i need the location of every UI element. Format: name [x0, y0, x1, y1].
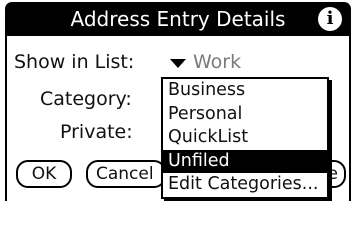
private-label: Private:: [60, 121, 133, 143]
popup-item-edit-categories[interactable]: Edit Categories...: [163, 173, 327, 197]
info-icon[interactable]: i: [318, 7, 342, 31]
dialog-border-left: [5, 34, 7, 201]
popup-item-business[interactable]: Business: [163, 79, 327, 103]
category-label: Category:: [40, 88, 132, 110]
popup-item-unfiled[interactable]: Unfiled: [163, 149, 327, 173]
ok-button[interactable]: OK: [16, 160, 72, 188]
show-in-list-value: Work: [193, 51, 242, 73]
category-popup-list: Business Personal QuickList Unfiled Edit…: [161, 77, 329, 199]
popup-item-personal[interactable]: Personal: [163, 103, 327, 127]
popup-item-quicklist[interactable]: QuickList: [163, 126, 327, 150]
dialog-title: Address Entry Details: [70, 7, 286, 31]
show-in-list-label: Show in List:: [14, 51, 135, 73]
dropdown-arrow-icon: [170, 58, 186, 68]
cancel-button[interactable]: Cancel: [86, 160, 166, 188]
address-entry-details-dialog: Address Entry Details i Show in List: Wo…: [0, 0, 356, 201]
show-in-list-trigger[interactable]: Work: [170, 50, 241, 74]
title-bar: Address Entry Details i: [5, 2, 351, 36]
dialog-border-right: [349, 34, 351, 201]
